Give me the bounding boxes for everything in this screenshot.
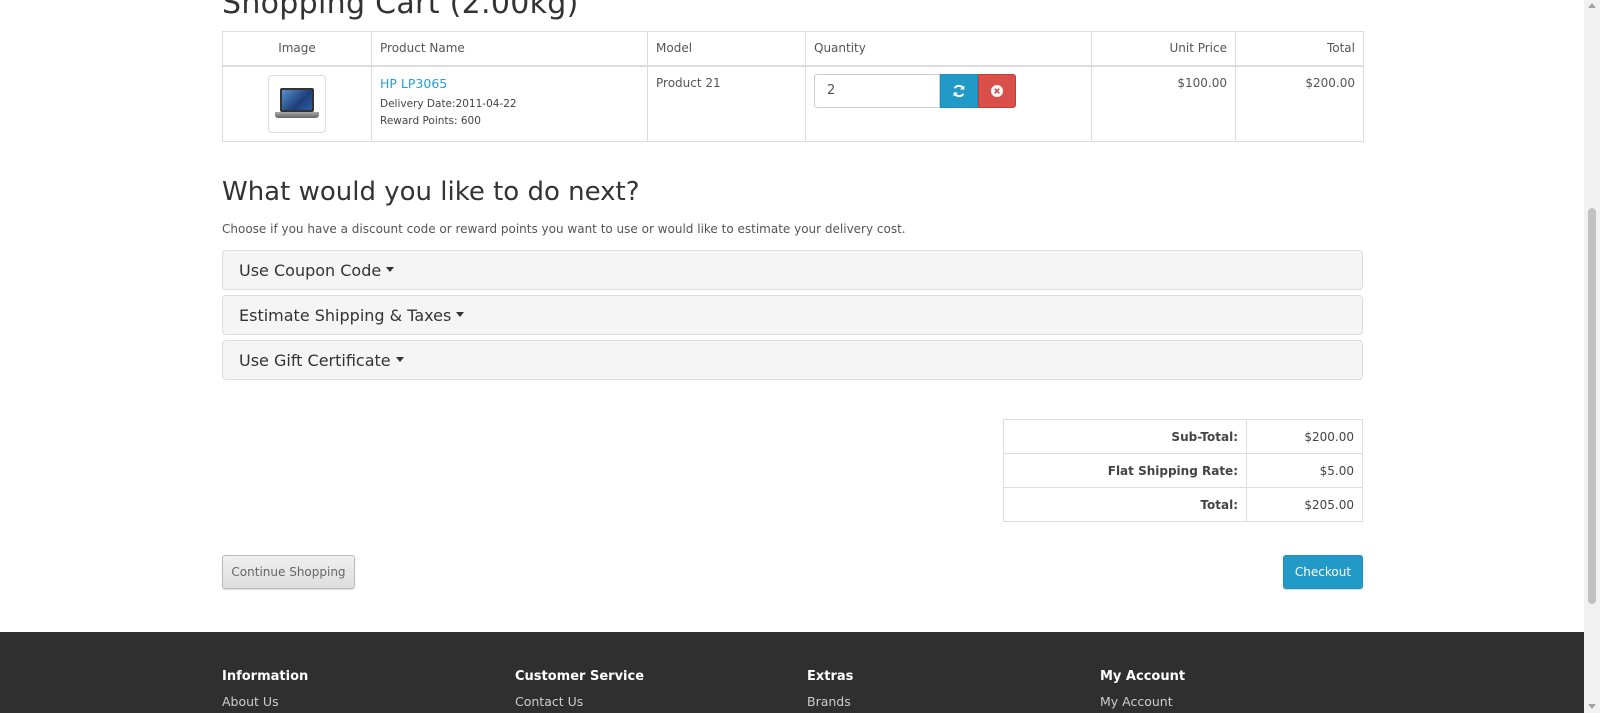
product-name-link[interactable]: HP LP3065 xyxy=(380,76,639,91)
caret-down-icon xyxy=(456,311,465,317)
cart-header-row: Image Product Name Model Quantity Unit P… xyxy=(222,31,1364,67)
delivery-date: Delivery Date:2011-04-22 xyxy=(380,97,517,110)
laptop-icon xyxy=(275,87,319,120)
footer-heading: My Account xyxy=(1100,669,1186,684)
caret-down-icon xyxy=(386,266,395,272)
footer-column-my-account: My Account My Account xyxy=(1100,669,1185,709)
vertical-scrollbar[interactable] xyxy=(1584,0,1600,713)
product-image-cell xyxy=(222,65,372,142)
column-header-quantity: Quantity xyxy=(805,31,1092,67)
cart-table: Image Product Name Model Quantity Unit P… xyxy=(222,31,1364,142)
column-header-image: Image xyxy=(222,31,372,67)
quantity-input[interactable] xyxy=(814,73,940,108)
footer-heading: Extras xyxy=(807,669,854,684)
unit-price-cell: $100.00 xyxy=(1091,65,1236,142)
coupon-code-panel[interactable]: Use Coupon Code xyxy=(222,250,1363,290)
totals-row: Flat Shipping Rate: $5.00 xyxy=(1003,453,1363,488)
continue-shopping-button[interactable]: Continue Shopping xyxy=(222,555,355,589)
total-cell: $200.00 xyxy=(1235,65,1364,142)
footer-column-extras: Extras Brands xyxy=(807,669,853,709)
checkout-button[interactable]: Checkout xyxy=(1283,555,1363,589)
footer-link-contact-us[interactable]: Contact Us xyxy=(515,694,644,709)
scrollbar-thumb[interactable] xyxy=(1588,208,1596,604)
grand-total-label: Total: xyxy=(1003,487,1247,522)
remove-icon xyxy=(991,84,1003,97)
estimate-shipping-panel[interactable]: Estimate Shipping & Taxes xyxy=(222,295,1363,335)
gift-certificate-label: Use Gift Certificate xyxy=(239,350,391,370)
scroll-up-arrow-icon[interactable] xyxy=(1588,3,1596,8)
subtotal-value: $200.00 xyxy=(1246,419,1363,454)
model-cell: Product 21 xyxy=(647,65,806,142)
footer-column-information: Information About Us xyxy=(222,669,308,709)
gift-certificate-panel[interactable]: Use Gift Certificate xyxy=(222,340,1363,380)
coupon-code-label: Use Coupon Code xyxy=(239,260,382,280)
product-thumbnail[interactable] xyxy=(268,74,326,133)
remove-item-button[interactable] xyxy=(978,73,1016,108)
footer-link-about-us[interactable]: About Us xyxy=(222,694,308,709)
update-quantity-button[interactable] xyxy=(940,73,978,108)
totals-row: Total: $205.00 xyxy=(1003,487,1363,522)
next-steps-heading: What would you like to do next? xyxy=(222,177,640,207)
shipping-label: Flat Shipping Rate: xyxy=(1003,453,1247,488)
column-header-product-name: Product Name xyxy=(371,31,648,67)
footer-link-my-account[interactable]: My Account xyxy=(1100,694,1185,709)
table-row: HP LP3065 Delivery Date:2011-04-22 Rewar… xyxy=(222,65,1364,142)
scroll-down-arrow-icon[interactable] xyxy=(1588,704,1596,709)
footer-link-brands[interactable]: Brands xyxy=(807,694,853,709)
page-title: Shopping Cart (2.00kg) xyxy=(222,0,579,21)
page: Shopping Cart (2.00kg) Image Product Nam… xyxy=(0,0,1584,713)
footer: Information About Us Customer Service Co… xyxy=(0,632,1584,713)
refresh-icon xyxy=(953,84,965,97)
caret-down-icon xyxy=(395,356,404,362)
product-name-cell: HP LP3065 Delivery Date:2011-04-22 Rewar… xyxy=(371,65,648,142)
totals-row: Sub-Total: $200.00 xyxy=(1003,419,1363,454)
totals-table: Sub-Total: $200.00 Flat Shipping Rate: $… xyxy=(1003,419,1363,522)
column-header-model: Model xyxy=(647,31,806,67)
estimate-shipping-label: Estimate Shipping & Taxes xyxy=(239,305,452,325)
grand-total-value: $205.00 xyxy=(1246,487,1363,522)
footer-heading: Information xyxy=(222,669,309,684)
shipping-value: $5.00 xyxy=(1246,453,1363,488)
column-header-total: Total xyxy=(1235,31,1364,67)
next-steps-description: Choose if you have a discount code or re… xyxy=(222,222,906,236)
quantity-cell xyxy=(805,65,1092,142)
reward-points: Reward Points: 600 xyxy=(380,114,481,127)
column-header-unit-price: Unit Price xyxy=(1091,31,1236,67)
subtotal-label: Sub-Total: xyxy=(1003,419,1247,454)
footer-heading: Customer Service xyxy=(515,669,645,684)
footer-column-customer-service: Customer Service Contact Us xyxy=(515,669,644,709)
